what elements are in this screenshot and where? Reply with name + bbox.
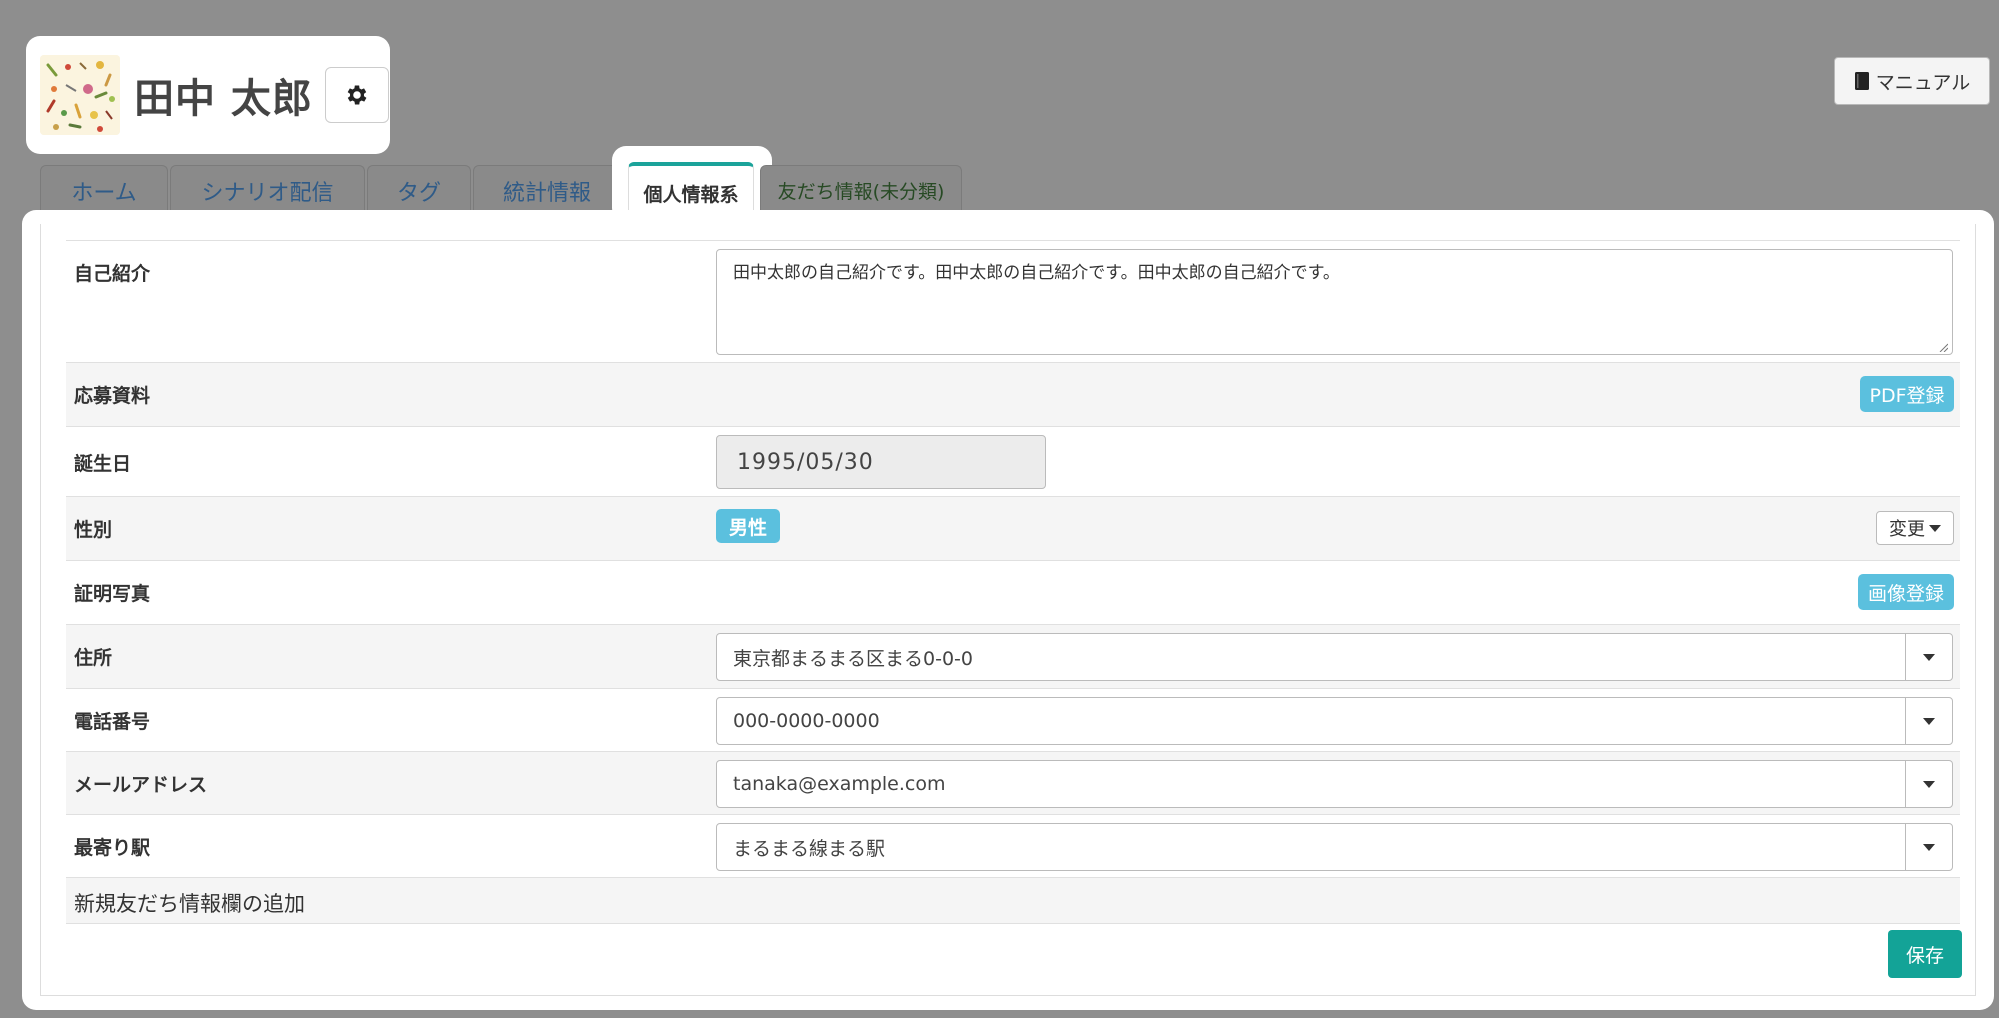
manual-button[interactable]: マニュアル xyxy=(1834,57,1990,105)
station-select[interactable]: まるまる線まる駅 xyxy=(716,823,1953,871)
row-address: 住所 東京都まるまる区まる0-0-0 xyxy=(66,624,1960,688)
avatar xyxy=(40,55,120,135)
email-select[interactable]: tanaka@example.com xyxy=(716,760,1953,808)
row-station: 最寄り駅 まるまる線まる駅 xyxy=(66,814,1960,877)
tab-scenario[interactable]: シナリオ配信 xyxy=(170,165,365,215)
email-label: メールアドレス xyxy=(74,774,208,796)
row-intro: 自己紹介 田中太郎の自己紹介です。田中太郎の自己紹介です。田中太郎の自己紹介です… xyxy=(66,240,1960,362)
row-photo: 証明写真 画像登録 xyxy=(66,560,1960,624)
tab-home[interactable]: ホーム xyxy=(40,165,168,215)
chevron-down-icon xyxy=(1923,653,1935,661)
intro-label: 自己紹介 xyxy=(74,263,151,285)
avatar-illustration-icon xyxy=(40,55,120,135)
gear-icon xyxy=(347,85,367,105)
change-label: 変更 xyxy=(1889,519,1925,540)
gender-change-dropdown[interactable]: 変更 xyxy=(1876,511,1954,545)
image-register-button[interactable]: 画像登録 xyxy=(1858,574,1954,610)
station-label: 最寄り駅 xyxy=(74,837,151,859)
address-dropdown-toggle[interactable] xyxy=(1905,634,1952,680)
add-friend-info-field-link[interactable]: 新規友だち情報欄の追加 xyxy=(74,888,305,918)
tab-tags[interactable]: タグ xyxy=(367,165,471,215)
intro-textarea[interactable]: 田中太郎の自己紹介です。田中太郎の自己紹介です。田中太郎の自己紹介です。 xyxy=(716,249,1953,355)
birthday-label: 誕生日 xyxy=(74,453,132,475)
tab-friend-info-unclassified[interactable]: 友だち情報(未分類) xyxy=(760,165,962,215)
save-button[interactable]: 保存 xyxy=(1888,930,1962,978)
row-phone: 電話番号 000-0000-0000 xyxy=(66,688,1960,751)
address-label: 住所 xyxy=(74,647,113,669)
row-gender: 性別 男性 変更 xyxy=(66,496,1960,560)
manual-label: マニュアル xyxy=(1875,71,1971,94)
chevron-down-icon xyxy=(1923,843,1935,851)
user-name: 田中 太郎 xyxy=(134,76,313,122)
email-dropdown-toggle[interactable] xyxy=(1905,761,1952,807)
phone-select[interactable]: 000-0000-0000 xyxy=(716,697,1953,745)
application-label: 応募資料 xyxy=(74,385,151,407)
chevron-down-icon xyxy=(1923,717,1935,725)
phone-dropdown-toggle[interactable] xyxy=(1905,698,1952,744)
phone-label: 電話番号 xyxy=(74,711,151,733)
row-birthday: 誕生日 1995/05/30 xyxy=(66,426,1960,496)
chevron-down-icon xyxy=(1923,780,1935,788)
email-value: tanaka@example.com xyxy=(733,773,946,795)
birthday-input[interactable]: 1995/05/30 xyxy=(716,435,1046,489)
row-email: メールアドレス tanaka@example.com xyxy=(66,751,1960,814)
book-icon xyxy=(1854,72,1869,90)
profile-header: 田中 太郎 xyxy=(26,36,390,154)
resize-grip-icon[interactable] xyxy=(1938,342,1948,352)
gender-label: 性別 xyxy=(74,519,113,541)
chevron-down-icon xyxy=(1929,524,1941,532)
row-add-field: 新規友だち情報欄の追加 xyxy=(66,877,1960,924)
tab-statistics[interactable]: 統計情報 xyxy=(473,165,621,215)
address-select[interactable]: 東京都まるまる区まる0-0-0 xyxy=(716,633,1953,681)
gender-badge: 男性 xyxy=(716,509,780,543)
station-dropdown-toggle[interactable] xyxy=(1905,824,1952,870)
row-application: 応募資料 PDF登録 xyxy=(66,362,1960,426)
address-value: 東京都まるまる区まる0-0-0 xyxy=(733,647,973,670)
photo-label: 証明写真 xyxy=(74,583,151,605)
pdf-register-button[interactable]: PDF登録 xyxy=(1860,376,1954,412)
settings-button[interactable] xyxy=(324,67,389,123)
phone-value: 000-0000-0000 xyxy=(733,710,880,732)
station-value: まるまる線まる駅 xyxy=(733,837,886,860)
